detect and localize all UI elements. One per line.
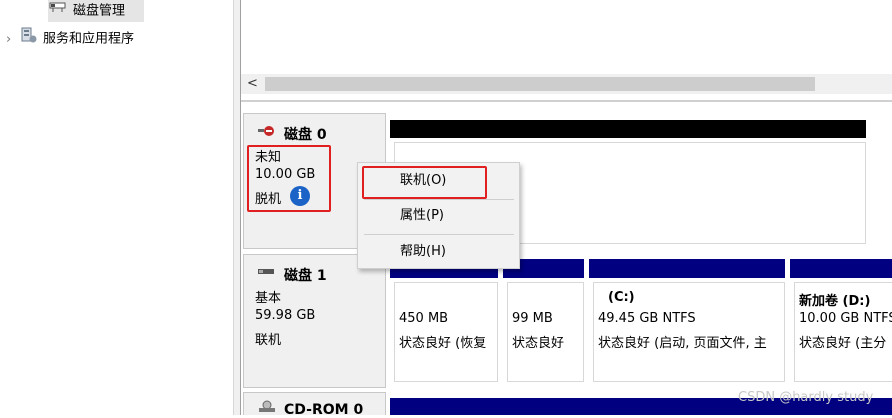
partition-name: (C:) <box>608 290 635 305</box>
partition-d[interactable]: 新加卷 (D:) 10.00 GB NTFS 状态良好 (主分 <box>794 282 892 382</box>
watermark: CSDN @hardly study <box>738 390 874 405</box>
scrollbar-thumb[interactable] <box>265 77 815 91</box>
partition-efi[interactable]: 99 MB 状态良好 <box>507 282 584 382</box>
navigation-tree: 磁盘管理 › 服务和应用程序 <box>0 0 233 415</box>
scroll-left-icon[interactable]: < <box>247 77 261 91</box>
partition-name: 新加卷 (D:) <box>799 294 871 309</box>
partition-recovery[interactable]: 450 MB 状态良好 (恢复 <box>394 282 498 382</box>
partition-status: 状态良好 (启动, 页面文件, 主 <box>598 336 767 351</box>
menu-separator <box>364 199 514 200</box>
partition-status: 状态良好 <box>512 336 565 351</box>
cdrom-icon <box>258 399 276 417</box>
partition-size: 450 MB <box>399 311 449 326</box>
disk-title: 磁盘 1 <box>284 268 327 284</box>
annotation-highlight-online <box>362 166 487 199</box>
menu-item-help[interactable]: 帮助(H) <box>358 237 519 267</box>
partition-size: 99 MB <box>512 311 553 326</box>
disk-title: 磁盘 0 <box>284 127 327 143</box>
pane-divider[interactable] <box>241 100 892 102</box>
partition-header-bar <box>589 259 785 278</box>
disk-management-icon <box>48 0 68 22</box>
partition-size: 49.45 GB NTFS <box>598 311 696 326</box>
offline-disk-icon <box>258 125 276 143</box>
disk-status: 联机 <box>255 333 282 348</box>
partition-size: 10.00 GB NTFS <box>799 311 892 326</box>
annotation-highlight-disk-status <box>247 145 331 212</box>
cdrom-panel[interactable]: CD-ROM 0 <box>243 392 386 418</box>
chevron-right-icon[interactable]: › <box>6 29 20 51</box>
partition-status: 状态良好 (恢复 <box>399 336 487 351</box>
partition-c[interactable]: (C:) 49.45 GB NTFS 状态良好 (启动, 页面文件, 主 <box>593 282 785 382</box>
pane-splitter[interactable] <box>233 0 241 415</box>
disk-size: 59.98 GB <box>255 308 316 323</box>
services-icon <box>20 26 38 52</box>
disk-icon <box>258 266 276 281</box>
tree-item-label: 服务和应用程序 <box>43 31 135 47</box>
tree-item-services-apps[interactable]: › 服务和应用程序 <box>6 26 134 48</box>
menu-item-properties[interactable]: 属性(P) <box>358 201 519 231</box>
partition-status: 状态良好 (主分 <box>799 336 887 351</box>
disk-title: CD-ROM 0 <box>284 402 364 418</box>
disk-1-panel[interactable]: 磁盘 1 基本 59.98 GB 联机 <box>243 254 386 388</box>
unallocated-header-bar <box>390 120 866 138</box>
tree-item-label: 磁盘管理 <box>73 3 126 19</box>
partition-header-bar <box>790 259 892 278</box>
tree-item-disk-management[interactable]: 磁盘管理 <box>48 0 144 22</box>
disk-type: 基本 <box>255 291 282 306</box>
menu-separator <box>364 234 514 235</box>
